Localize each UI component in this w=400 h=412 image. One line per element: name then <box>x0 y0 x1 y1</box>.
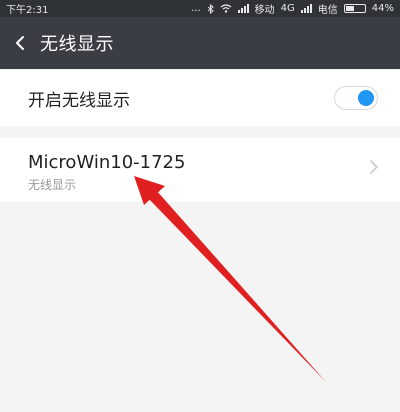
wireless-display-toggle-row[interactable]: 开启无线显示 <box>0 70 400 126</box>
carrier-telecom: 电信 <box>317 5 338 16</box>
signal-strength-icon <box>300 4 312 13</box>
annotation-arrow-shaft <box>148 190 326 382</box>
battery-icon <box>343 4 366 13</box>
page-title: 无线显示 <box>40 34 114 55</box>
wireless-display-switch[interactable] <box>334 86 378 110</box>
status-bar: 下午2:31 ... 移动 4G 电信 44% <box>0 0 400 17</box>
signal-strength-icon <box>237 4 249 13</box>
carrier-mobile: 移动 <box>254 5 275 16</box>
chevron-left-icon <box>16 36 24 50</box>
toggle-label: 开启无线显示 <box>28 90 130 111</box>
back-button[interactable] <box>0 17 40 69</box>
title-bar: 无线显示 <box>0 17 400 69</box>
more-dots-icon: ... <box>191 3 201 14</box>
device-subtitle: 无线显示 <box>28 178 77 192</box>
chevron-right-icon <box>370 160 378 174</box>
switch-knob <box>358 90 374 106</box>
status-time: 下午2:31 <box>6 5 49 16</box>
device-name: MicroWin10-1725 <box>28 152 186 173</box>
bluetooth-icon <box>207 3 214 14</box>
network-type: 4G <box>280 3 295 14</box>
battery-percent: 44% <box>371 3 394 14</box>
wifi-icon <box>220 4 232 13</box>
device-list-item[interactable]: MicroWin10-1725 无线显示 <box>0 138 400 202</box>
